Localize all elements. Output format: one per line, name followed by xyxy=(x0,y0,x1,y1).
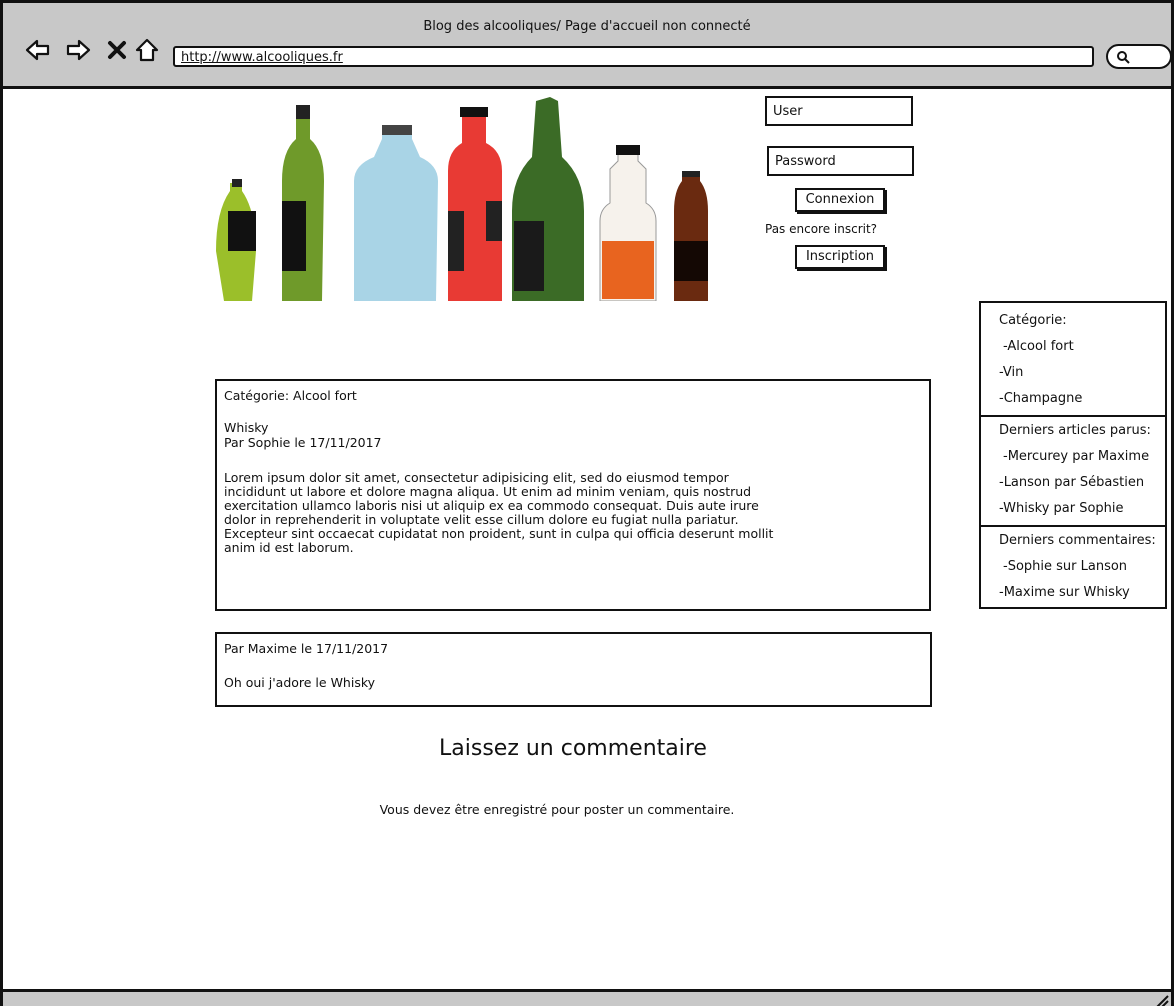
sidebar-item-champagne[interactable]: -Champagne xyxy=(999,391,1082,406)
address-bar[interactable]: http://www.alcooliques.fr xyxy=(173,46,1094,67)
forward-arrow-icon[interactable] xyxy=(65,37,91,63)
sidebar-item-whisky[interactable]: -Whisky par Sophie xyxy=(999,501,1124,516)
search-icon xyxy=(1117,51,1130,64)
article-byline: Par Sophie le 17/11/2017 xyxy=(224,435,382,450)
article-body: Lorem ipsum dolor sit amet, consectetur … xyxy=(224,470,774,555)
sidebar-item-mercurey[interactable]: -Mercurey par Maxime xyxy=(1003,449,1149,464)
password-field[interactable]: Password xyxy=(767,146,914,176)
comment-text: Oh oui j'adore le Whisky xyxy=(224,675,376,690)
latest-comments-title: Derniers commentaires: xyxy=(999,533,1156,548)
sidebar-item-lanson[interactable]: -Lanson par Sébastien xyxy=(999,475,1144,490)
article-card: Catégorie: Alcool fort Whisky Par Sophie… xyxy=(215,379,931,611)
article-title: Whisky xyxy=(224,420,269,435)
search-button[interactable] xyxy=(1106,44,1172,69)
register-button[interactable]: Inscription xyxy=(795,245,885,269)
sidebar-item-alcool-fort[interactable]: -Alcool fort xyxy=(1003,339,1074,354)
comment-card: Par Maxime le 17/11/2017 Oh oui j'adore … xyxy=(215,632,932,707)
not-registered-text: Pas encore inscrit? xyxy=(765,222,878,236)
resize-grip-icon[interactable] xyxy=(1155,994,1169,1006)
home-icon[interactable] xyxy=(134,37,160,63)
sidebar-item-comment-sophie[interactable]: -Sophie sur Lanson xyxy=(1003,559,1127,574)
sidebar-item-vin[interactable]: -Vin xyxy=(999,365,1023,380)
back-arrow-icon[interactable] xyxy=(25,37,51,63)
divider xyxy=(981,415,1165,417)
banner-image xyxy=(186,91,758,301)
browser-toolbar: Blog des alcooliques/ Page d'accueil non… xyxy=(3,3,1172,89)
window-title: Blog des alcooliques/ Page d'accueil non… xyxy=(423,19,751,34)
close-icon[interactable] xyxy=(104,37,130,63)
sidebar-item-comment-maxime[interactable]: -Maxime sur Whisky xyxy=(999,585,1130,600)
leave-comment-notice: Vous devez être enregistré pour poster u… xyxy=(379,802,735,817)
sidebar: Catégorie: -Alcool fort -Vin -Champagne … xyxy=(979,301,1167,609)
categories-title: Catégorie: xyxy=(999,313,1067,328)
status-bar xyxy=(3,989,1171,1006)
login-button[interactable]: Connexion xyxy=(795,188,885,212)
leave-comment-title: Laissez un commentaire xyxy=(439,736,707,761)
article-category: Catégorie: Alcool fort xyxy=(224,388,357,403)
latest-articles-title: Derniers articles parus: xyxy=(999,423,1151,438)
username-field[interactable]: User xyxy=(765,96,913,126)
browser-window: Blog des alcooliques/ Page d'accueil non… xyxy=(0,0,1174,1006)
divider xyxy=(981,525,1165,527)
comment-byline: Par Maxime le 17/11/2017 xyxy=(224,641,389,656)
